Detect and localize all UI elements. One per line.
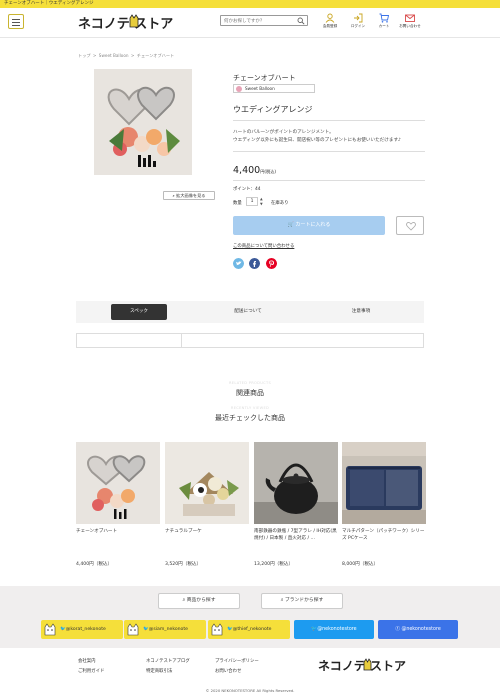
contact-link[interactable]: お問い合わせ xyxy=(399,13,421,29)
announcement-bar: チェーンオブハート｜ウエディングアレンジ xyxy=(0,0,500,8)
stock-status: 在庫あり xyxy=(271,201,289,206)
breadcrumb: トップ > Sweet Balloon > チェーンオブハート xyxy=(78,53,175,59)
logo-cat-icon xyxy=(129,14,139,28)
twitter-link-siam[interactable]: 🐦@siam_nekonote xyxy=(124,620,206,639)
brand-logo-icon xyxy=(236,86,242,92)
tab-notes[interactable]: 注意事項 xyxy=(333,304,389,320)
product-card[interactable]: ナチュラルブーケ 3,520円（税込） xyxy=(165,442,249,567)
price-unit: 円(税込) xyxy=(260,169,277,174)
footer-link-law[interactable]: 特定商取引法 xyxy=(146,668,172,674)
twitter-link-store[interactable]: 🐦@nekonotestore xyxy=(294,620,374,639)
quantity-label: 数量 xyxy=(233,201,242,206)
product-price: 4,400円(税込) xyxy=(233,165,276,176)
quantity-input[interactable]: 1 xyxy=(246,197,258,206)
footer-link-guide[interactable]: ご利用ガイド xyxy=(78,668,104,674)
search-input[interactable] xyxy=(224,17,296,25)
register-link[interactable]: 会員登録 xyxy=(319,13,341,29)
breadcrumb-sep: > xyxy=(92,53,97,58)
divider xyxy=(233,151,425,152)
product-card[interactable]: チェーンオブハート 4,400円（税込） xyxy=(76,442,160,567)
product-thumbnail[interactable] xyxy=(254,442,338,524)
site-logo[interactable]: ネコノテ ストア xyxy=(78,13,173,32)
product-card-name[interactable]: 南部鉄器の鉄瓶 / 7型アラレ / IH対応(黒焼付) / 日本製 / 直火対応… xyxy=(254,528,338,552)
footer-link-blog[interactable]: ネコノテストアブログ xyxy=(146,658,190,664)
twitter-link-korat[interactable]: 🐦@korat_nekonote xyxy=(41,620,123,639)
brand-name: Sweet Balloon xyxy=(245,86,275,91)
product-card-price: 13,200円（税込） xyxy=(254,562,294,567)
product-card[interactable]: マルチパターン（パッチワーク）シリーズ PCケース 8,000円（税込） xyxy=(342,442,426,567)
price-value: 4,400 xyxy=(233,165,261,176)
favorite-button[interactable] xyxy=(396,216,424,235)
product-name: チェーンオブハート xyxy=(233,74,296,82)
tab-spec[interactable]: スペック xyxy=(111,304,167,320)
cat-mascot-icon xyxy=(127,623,139,636)
add-to-cart-button[interactable]: 🛒 カートに入れる xyxy=(233,216,385,235)
related-heading-en: RELATED PRODUCTS xyxy=(228,381,272,385)
footer-link-company[interactable]: 会社案内 xyxy=(78,658,96,664)
user-icon xyxy=(325,13,335,23)
divider xyxy=(233,120,425,121)
related-heading: 関連商品 xyxy=(236,389,264,397)
login-link[interactable]: ログイン xyxy=(347,13,369,29)
footer-link-privacy[interactable]: プライバシーポリシー xyxy=(215,658,259,664)
heart-icon xyxy=(406,222,416,231)
zoom-image-button[interactable]: ⌕ 拡大画像を見る xyxy=(163,191,215,200)
product-description: ハートのバルーンがポイントのアレンジメント。 ウエディング以外にも誕生日、開店祝… xyxy=(233,129,425,145)
twitter-handle: @thief_nekonote xyxy=(232,627,272,632)
find-by-product-button[interactable]: ⌕ 商品から探す xyxy=(158,593,240,609)
product-thumbnail[interactable] xyxy=(76,442,160,524)
twitter-handle: @siam_nekonote xyxy=(148,627,188,632)
divider xyxy=(233,180,425,181)
product-card-name[interactable]: チェーンオブハート xyxy=(76,528,160,552)
product-category: ウエディングアレンジ xyxy=(233,105,313,114)
product-tabs: スペック 配送について 注意事項 xyxy=(76,301,424,323)
cat-mascot-icon xyxy=(211,623,223,636)
menu-icon[interactable] xyxy=(8,14,24,29)
cart-link[interactable]: カート xyxy=(373,13,395,29)
twitter-link-thief[interactable]: 🐦@thief_nekonote xyxy=(208,620,290,639)
twitter-handle: @korat_nekonote xyxy=(65,627,106,632)
search-icon[interactable] xyxy=(297,17,305,25)
footer-link-contact[interactable]: お問い合わせ xyxy=(215,668,241,674)
product-card-price: 3,520円（税込） xyxy=(165,562,202,567)
product-thumbnail[interactable] xyxy=(342,442,426,524)
breadcrumb-brand[interactable]: Sweet Balloon xyxy=(99,53,129,58)
cat-mascot-icon xyxy=(44,623,56,636)
facebook-share-icon[interactable] xyxy=(249,258,260,269)
tab-shipping[interactable]: 配送について xyxy=(220,304,276,320)
facebook-handle: @nekonotestore xyxy=(401,627,441,632)
pinterest-share-icon[interactable] xyxy=(266,258,277,269)
product-card[interactable]: 南部鉄器の鉄瓶 / 7型アラレ / IH対応(黒焼付) / 日本製 / 直火対応… xyxy=(254,442,338,567)
search-box[interactable] xyxy=(220,15,308,26)
facebook-link-store[interactable]: ⓕ @nekonotestore xyxy=(378,620,458,639)
breadcrumb-home[interactable]: トップ xyxy=(78,53,91,58)
find-by-brand-button[interactable]: ⌕ ブランドから探す xyxy=(261,593,343,609)
header-divider xyxy=(0,37,500,38)
recent-heading: 最近チェックした商品 xyxy=(215,414,285,422)
breadcrumb-current: チェーンオブハート xyxy=(136,53,175,58)
recent-heading-en: RECENTLY VIEWED xyxy=(230,406,270,410)
breadcrumb-sep: > xyxy=(130,53,135,58)
mail-icon xyxy=(405,14,415,22)
description-line-2: ウエディング以外にも誕生日、開店祝い等のプレゼントにもお使いいただけます♪ xyxy=(233,138,401,143)
product-thumbnail[interactable] xyxy=(165,442,249,524)
product-card-price: 4,400円（税込） xyxy=(76,562,113,567)
footer-logo-cat-icon xyxy=(363,658,372,671)
copyright: © 2020 NEKONOTESTORE All Rights Reserved… xyxy=(205,688,295,693)
product-card-name[interactable]: マルチパターン（パッチワーク）シリーズ PCケース xyxy=(342,528,426,552)
login-icon xyxy=(354,13,363,23)
quantity-stepper[interactable]: ▲ ▼ xyxy=(260,197,265,206)
inquiry-link[interactable]: この商品について問い合わせる xyxy=(233,243,294,249)
description-line-1: ハートのバルーンがポイントのアレンジメント。 xyxy=(233,130,334,135)
cart-icon xyxy=(379,13,389,23)
product-image[interactable] xyxy=(94,69,192,175)
points-label: ポイント：44 xyxy=(233,187,261,192)
brand-tag[interactable]: Sweet Balloon xyxy=(233,84,315,93)
twitter-share-icon[interactable] xyxy=(233,258,244,269)
product-card-price: 8,000円（税込） xyxy=(342,562,379,567)
product-card-name[interactable]: ナチュラルブーケ xyxy=(165,528,249,552)
twitter-handle: @nekonotestore xyxy=(317,627,357,632)
spec-table xyxy=(76,333,424,348)
